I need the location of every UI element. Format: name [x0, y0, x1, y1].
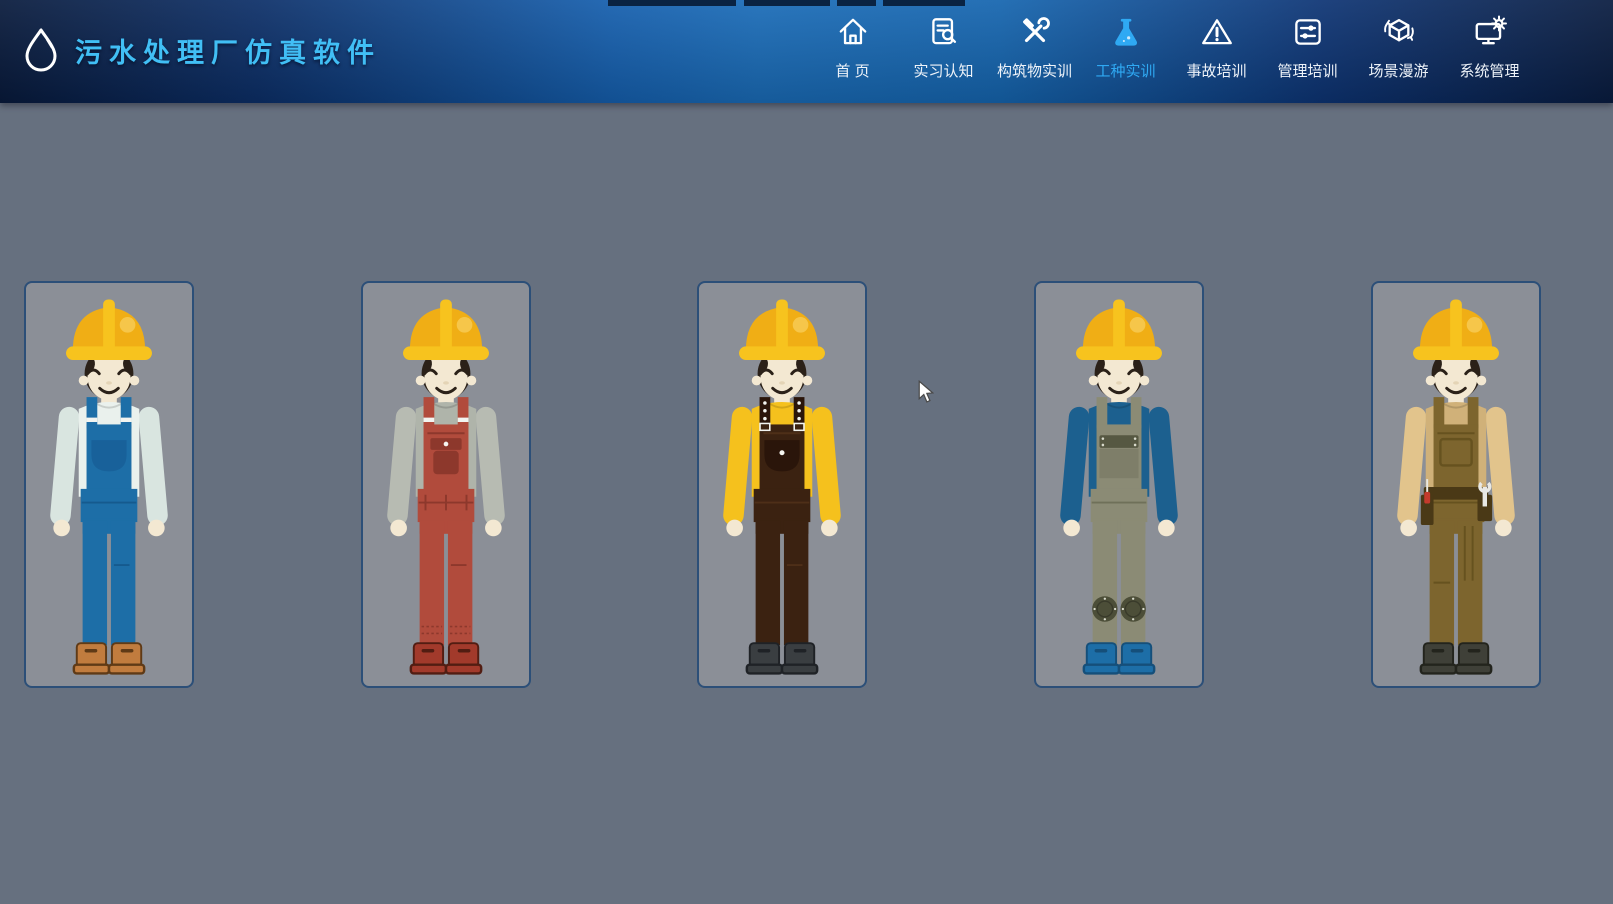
nav-item-system-management[interactable]: 系统管理: [1444, 0, 1535, 103]
warning-icon: [1199, 12, 1235, 52]
app-window: 污水处理厂仿真软件 首 页 实习认知 构筑物实训 工种实训 事故培训 管理培训 场景漫游 系统…: [0, 0, 1613, 904]
nav-item-label: 系统管理: [1459, 60, 1519, 81]
nav-item-label: 场景漫游: [1368, 60, 1428, 81]
monitor-gear-icon: [1472, 12, 1508, 52]
worker-illustration: [363, 283, 529, 686]
nav-item-label: 构筑物实训: [997, 60, 1072, 81]
worker-illustration: [1373, 283, 1539, 686]
cropped-banner: [608, 0, 965, 6]
document-search-icon: [926, 12, 962, 52]
nav-item-accident-training[interactable]: 事故培训: [1171, 0, 1262, 103]
worker-card-brown-overalls[interactable]: [697, 281, 867, 688]
nav-item-label: 首 页: [835, 60, 869, 81]
nav-item-scene-roaming[interactable]: 场景漫游: [1353, 0, 1444, 103]
nav-item-job-training[interactable]: 工种实训: [1080, 0, 1171, 103]
app-logo: 污水处理厂仿真软件: [22, 27, 381, 73]
nav-item-home[interactable]: 首 页: [807, 0, 898, 103]
nav-item-management-training[interactable]: 管理培训: [1262, 0, 1353, 103]
worker-card-olive-overalls[interactable]: [1034, 281, 1204, 688]
water-drop-icon: [22, 27, 60, 73]
nav-menu: 首 页 实习认知 构筑物实训 工种实训 事故培训 管理培训 场景漫游 系统管理: [807, 0, 1535, 103]
nav-item-label: 事故培训: [1186, 60, 1246, 81]
worker-illustration: [1036, 283, 1202, 686]
worker-card-khaki-overalls[interactable]: [1371, 281, 1541, 688]
nav-item-structure-training[interactable]: 构筑物实训: [989, 0, 1080, 103]
worker-illustration: [699, 283, 865, 686]
worker-illustration: [26, 283, 192, 686]
worker-card-red-overalls[interactable]: [361, 281, 531, 688]
nav-item-label: 工种实训: [1095, 60, 1155, 81]
main-content: [0, 103, 1613, 904]
top-nav-bar: 污水处理厂仿真软件 首 页 实习认知 构筑物实训 工种实训 事故培训 管理培训 场景漫游 系统…: [0, 0, 1613, 103]
flask-icon: [1108, 12, 1144, 52]
home-icon: [835, 12, 871, 52]
cube-icon: [1381, 12, 1417, 52]
nav-item-label: 管理培训: [1277, 60, 1337, 81]
worker-grid: [0, 281, 1613, 688]
nav-item-practice-cognition[interactable]: 实习认知: [898, 0, 989, 103]
app-title: 污水处理厂仿真软件: [75, 31, 381, 70]
sliders-icon: [1290, 12, 1326, 52]
nav-item-label: 实习认知: [913, 60, 973, 81]
tools-icon: [1017, 12, 1053, 52]
worker-card-blue-overalls[interactable]: [24, 281, 194, 688]
